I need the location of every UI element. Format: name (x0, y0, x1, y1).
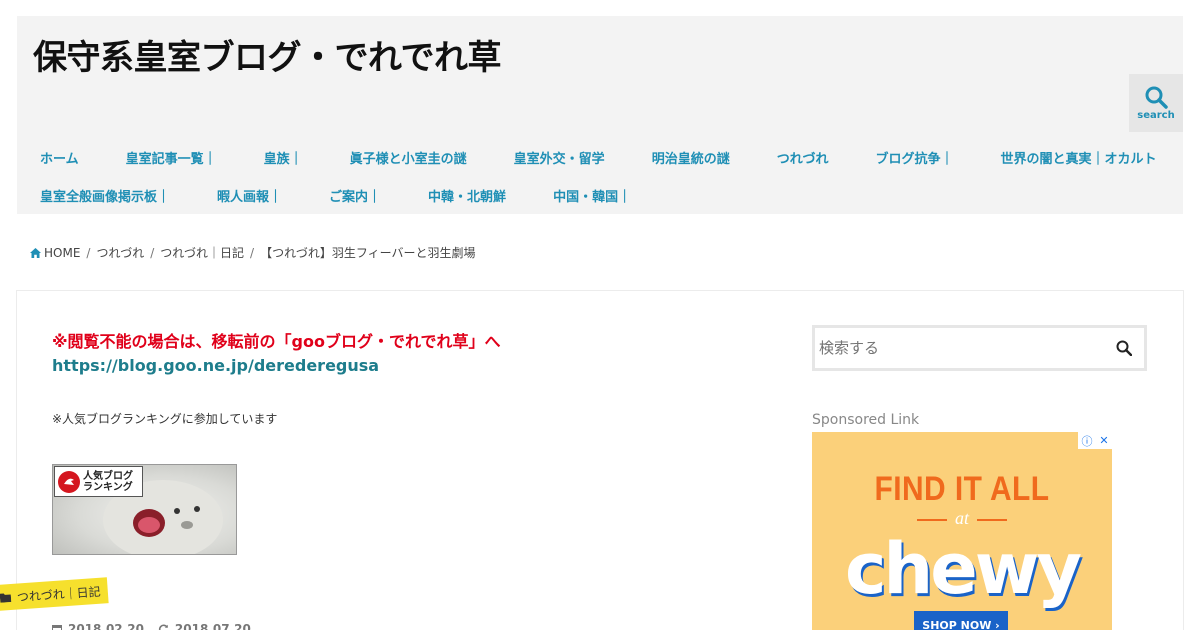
ranking-note: ※人気ブログランキングに参加しています (52, 412, 278, 426)
nav-item-china-korea[interactable]: 中国・韓国｜ (553, 186, 631, 205)
advertisement[interactable]: ⓘ ✕ FIND IT ALL at chewy SHOP NOW › (812, 432, 1112, 630)
search-icon (1116, 340, 1132, 356)
notice-text: ※閲覧不能の場合は、移転前の「gooブログ・でれでれ草」へ (52, 332, 501, 351)
ad-at-text: at (954, 508, 969, 528)
nav-item-image-board[interactable]: 皇室全般画像掲示板｜ (40, 186, 170, 205)
ad-info-icon[interactable]: ⓘ (1081, 433, 1092, 449)
breadcrumb-tsurezure[interactable]: つれづれ (96, 244, 144, 261)
ad-dash-right (977, 518, 1007, 521)
site-title[interactable]: 保守系皇室ブログ・でれでれ草 (33, 30, 501, 79)
home-icon (30, 247, 41, 258)
nav-item-mako-komuro[interactable]: 眞子様と小室圭の謎 (350, 148, 467, 167)
nav-item-guide[interactable]: ご案内｜ (329, 186, 381, 205)
breadcrumb-separator: / (86, 245, 91, 260)
breadcrumb-current: 【つれづれ】羽生フィーバーと羽生劇場 (260, 246, 476, 260)
notice-link[interactable]: https://blog.goo.ne.jp/derederegusa (52, 356, 501, 375)
breadcrumb-separator: / (150, 245, 155, 260)
main-navigation: ホーム 皇室記事一覧｜ 皇族｜ 眞子様と小室圭の謎 皇室外交・留学 明治皇統の謎… (17, 138, 1183, 214)
breadcrumb: HOME / つれづれ / つれづれ｜日記 / 【つれづれ】羽生フィーバーと羽生… (30, 244, 475, 261)
ad-at-line: at (812, 508, 1112, 529)
nav-item-meiji[interactable]: 明治皇統の謎 (652, 148, 730, 167)
sponsored-label: Sponsored Link (812, 412, 920, 428)
ranking-logo-text: 人気ブログ ランキング (83, 470, 133, 493)
date-published: 2018.02.20 (68, 622, 144, 630)
sidebar-search-input[interactable] (815, 339, 1104, 357)
notice-block: ※閲覧不能の場合は、移転前の「gooブログ・でれでれ草」へ https://bl… (52, 328, 501, 375)
ad-controls: ⓘ ✕ (1078, 432, 1112, 449)
nav-item-blog-dispute[interactable]: ブログ抗争｜ (875, 148, 953, 167)
nav-item-china-korea-nk[interactable]: 中韓・北朝鮮 (428, 186, 506, 205)
ranking-logo: 人気ブログ ランキング (54, 466, 143, 497)
header-search-button[interactable]: search (1129, 74, 1183, 132)
post-dates: 2018.02.20 2018.07.20 (52, 622, 251, 630)
nav-row-1: ホーム 皇室記事一覧｜ 皇族｜ 眞子様と小室圭の謎 皇室外交・留学 明治皇統の謎… (17, 138, 1183, 176)
search-icon (1145, 86, 1168, 109)
ad-headline: FIND IT ALL (874, 470, 1050, 508)
category-tag-label: つれづれ｜日記 (16, 584, 102, 605)
breadcrumb-home[interactable]: HOME (44, 246, 80, 260)
sidebar-search-submit[interactable] (1104, 340, 1144, 356)
ad-brand-logo: chewy (844, 528, 1082, 610)
ad-close-icon[interactable]: ✕ (1099, 434, 1108, 447)
nav-item-tsurezure[interactable]: つれづれ (777, 148, 829, 167)
date-updated: 2018.07.20 (174, 622, 251, 630)
ad-shop-now-button[interactable]: SHOP NOW › (914, 611, 1008, 630)
ranking-logo-mark (58, 470, 80, 493)
ranking-arrow-icon (64, 478, 74, 485)
refresh-icon (158, 624, 168, 630)
nav-item-himajin[interactable]: 暇人画報｜ (217, 186, 282, 205)
breadcrumb-separator: / (250, 245, 255, 260)
sidebar-search (812, 325, 1147, 371)
search-button-label: search (1137, 110, 1175, 121)
folder-icon (0, 593, 12, 603)
nav-item-imperial-family[interactable]: 皇族｜ (264, 148, 303, 167)
calendar-icon (52, 625, 62, 630)
blog-ranking-banner[interactable]: 人気ブログ ランキング (52, 464, 237, 555)
nav-item-diplomacy[interactable]: 皇室外交・留学 (514, 148, 605, 167)
ad-dash-left (916, 518, 947, 521)
nav-item-occult[interactable]: 世界の闇と真実｜オカルト (1000, 148, 1156, 167)
nav-item-home[interactable]: ホーム (40, 148, 79, 167)
nav-item-imperial-articles[interactable]: 皇室記事一覧｜ (126, 148, 217, 167)
nav-row-2: 皇室全般画像掲示板｜ 暇人画報｜ ご案内｜ 中韓・北朝鮮 中国・韓国｜ (17, 176, 1183, 214)
site-header: 保守系皇室ブログ・でれでれ草 search ホーム 皇室記事一覧｜ 皇族｜ 眞子… (17, 16, 1183, 214)
breadcrumb-diary[interactable]: つれづれ｜日記 (160, 244, 244, 261)
